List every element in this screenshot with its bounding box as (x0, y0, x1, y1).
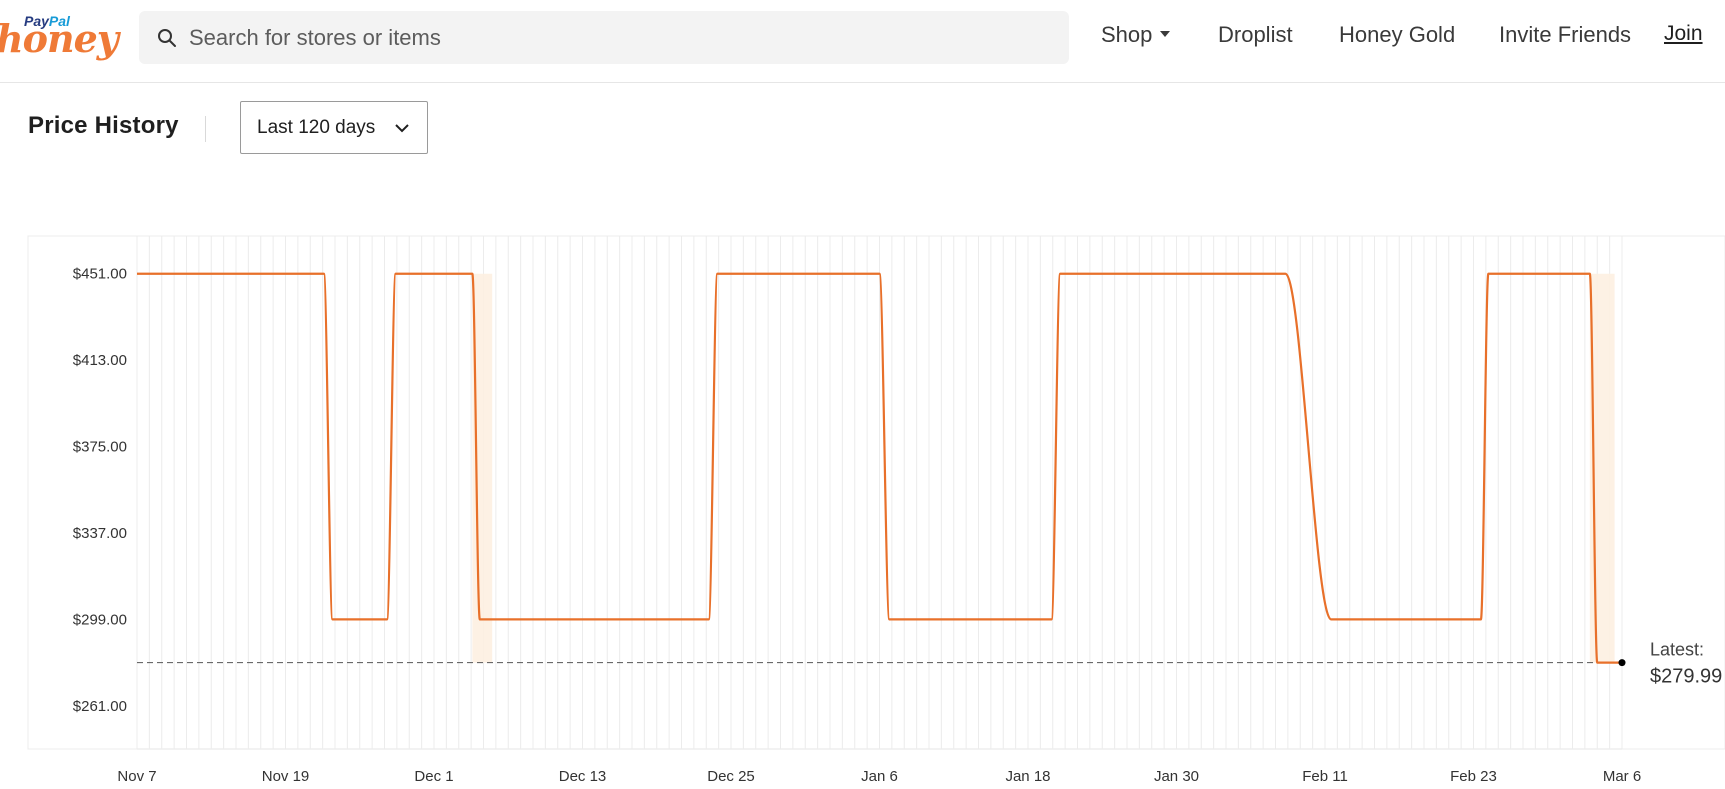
nav-shop-label: Shop (1101, 22, 1153, 47)
x-tick-label: Feb 23 (1450, 768, 1497, 785)
x-tick-label: Dec 25 (707, 768, 755, 785)
paypal-honey-logo[interactable]: PayPal honey (0, 8, 119, 68)
chart-frame (27, 235, 1725, 750)
title-divider (205, 116, 206, 142)
nav-shop[interactable]: Shop (1101, 22, 1171, 48)
search-bar[interactable] (139, 11, 1069, 64)
caret-down-icon (1160, 31, 1171, 38)
y-tick-label: $337.00 (73, 525, 127, 542)
x-tick-label: Feb 11 (1302, 768, 1348, 785)
chevron-down-icon (395, 124, 409, 133)
date-range-selected: Last 120 days (257, 117, 376, 138)
x-tick-label: Jan 18 (1005, 768, 1050, 785)
y-tick-label: $451.00 (73, 266, 127, 283)
top-header: PayPal honey Shop Droplist Honey Gold In… (0, 0, 1725, 83)
x-tick-label: Dec 1 (414, 768, 453, 785)
search-icon (158, 29, 176, 47)
x-tick-label: Mar 6 (1603, 768, 1641, 785)
latest-label: Latest: (1650, 640, 1704, 660)
latest-price-value: $279.99 (1650, 666, 1722, 688)
nav-invite-friends[interactable]: Invite Friends (1499, 22, 1631, 48)
y-tick-label: $299.00 (73, 611, 127, 628)
y-tick-label: $413.00 (73, 352, 127, 369)
price-history-chart: $451.00 $413.00 $375.00 $337.00 $299.00 $261.… (0, 228, 1725, 789)
date-range-dropdown[interactable]: Last 120 days (240, 101, 428, 154)
x-tick-label: Dec 13 (559, 768, 607, 785)
latest-price-marker (1618, 659, 1626, 667)
nav-honey-gold[interactable]: Honey Gold (1339, 22, 1455, 48)
search-input[interactable] (189, 11, 1049, 64)
x-tick-label: Nov 19 (262, 768, 310, 785)
price-history-title: Price History (28, 112, 179, 139)
nav-droplist[interactable]: Droplist (1218, 22, 1293, 48)
y-tick-label: $261.00 (73, 698, 127, 715)
join-link[interactable]: Join (1664, 22, 1703, 46)
x-tick-label: Jan 30 (1154, 768, 1199, 785)
honey-wordmark: honey (0, 16, 119, 61)
y-tick-label: $375.00 (73, 439, 127, 456)
x-tick-label: Jan 6 (861, 768, 898, 785)
x-tick-label: Nov 7 (117, 768, 156, 785)
honey-price-history-page: PayPal honey Shop Droplist Honey Gold In… (0, 0, 1725, 789)
price-chart-svg: $451.00 $413.00 $375.00 $337.00 $299.00 $261.… (27, 235, 1725, 785)
